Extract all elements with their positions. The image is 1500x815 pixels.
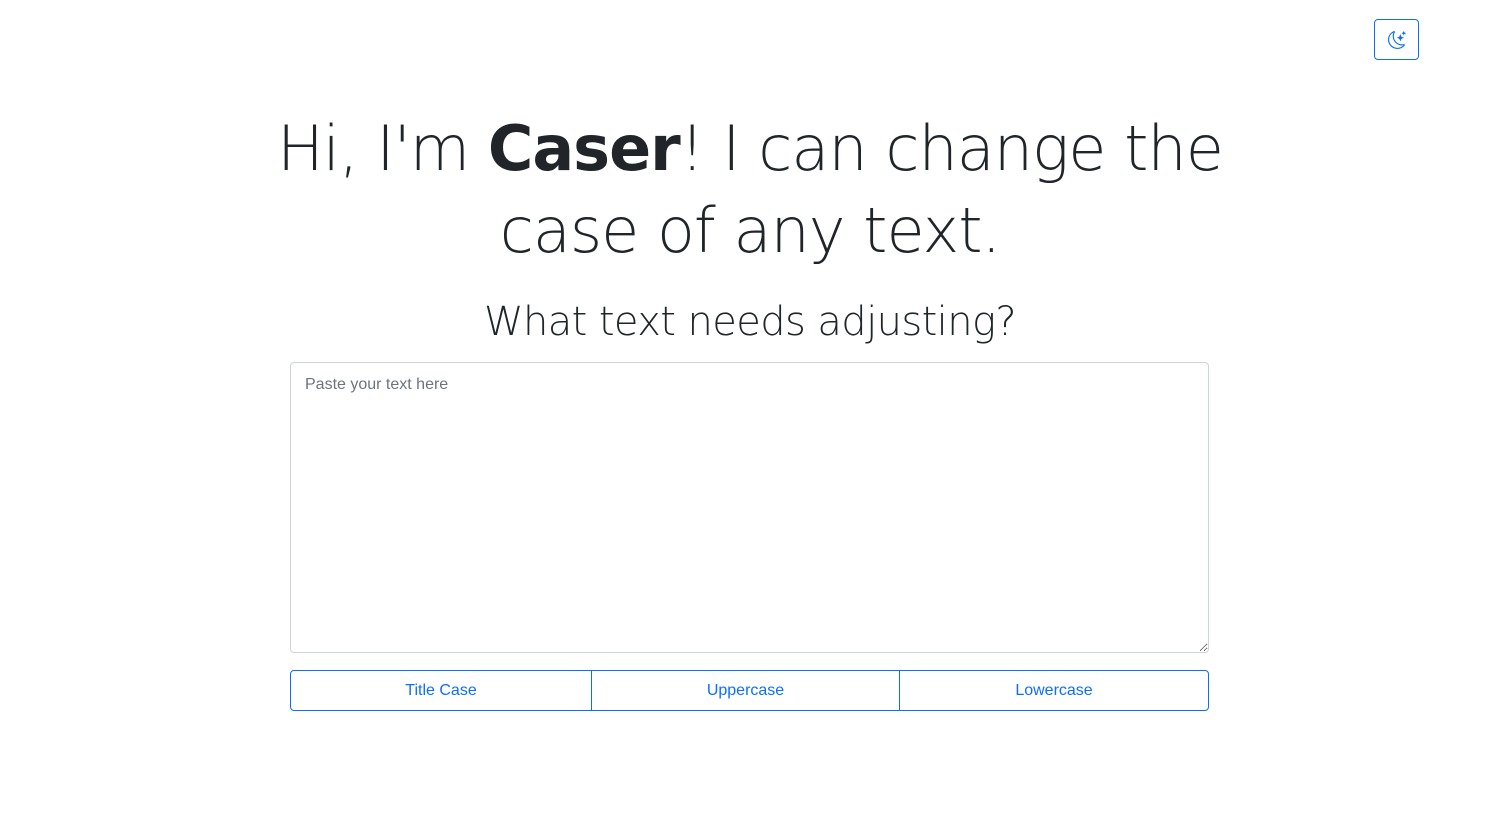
moon-stars-icon	[1387, 30, 1406, 49]
title-case-button[interactable]: Title Case	[290, 670, 592, 711]
case-button-group: Title Case Uppercase Lowercase	[290, 670, 1209, 711]
subheading: What text needs adjusting?	[484, 299, 1017, 345]
theme-toggle-button[interactable]	[1374, 19, 1419, 60]
uppercase-button[interactable]: Uppercase	[591, 670, 900, 711]
text-input[interactable]	[290, 362, 1209, 653]
headline-prefix: Hi, I'm	[277, 112, 488, 185]
page: Hi, I'm Caser! I can change the case of …	[0, 0, 1500, 815]
app-name: Caser	[487, 112, 681, 185]
page-title: Hi, I'm Caser! I can change the case of …	[250, 108, 1250, 272]
lowercase-button[interactable]: Lowercase	[899, 670, 1209, 711]
